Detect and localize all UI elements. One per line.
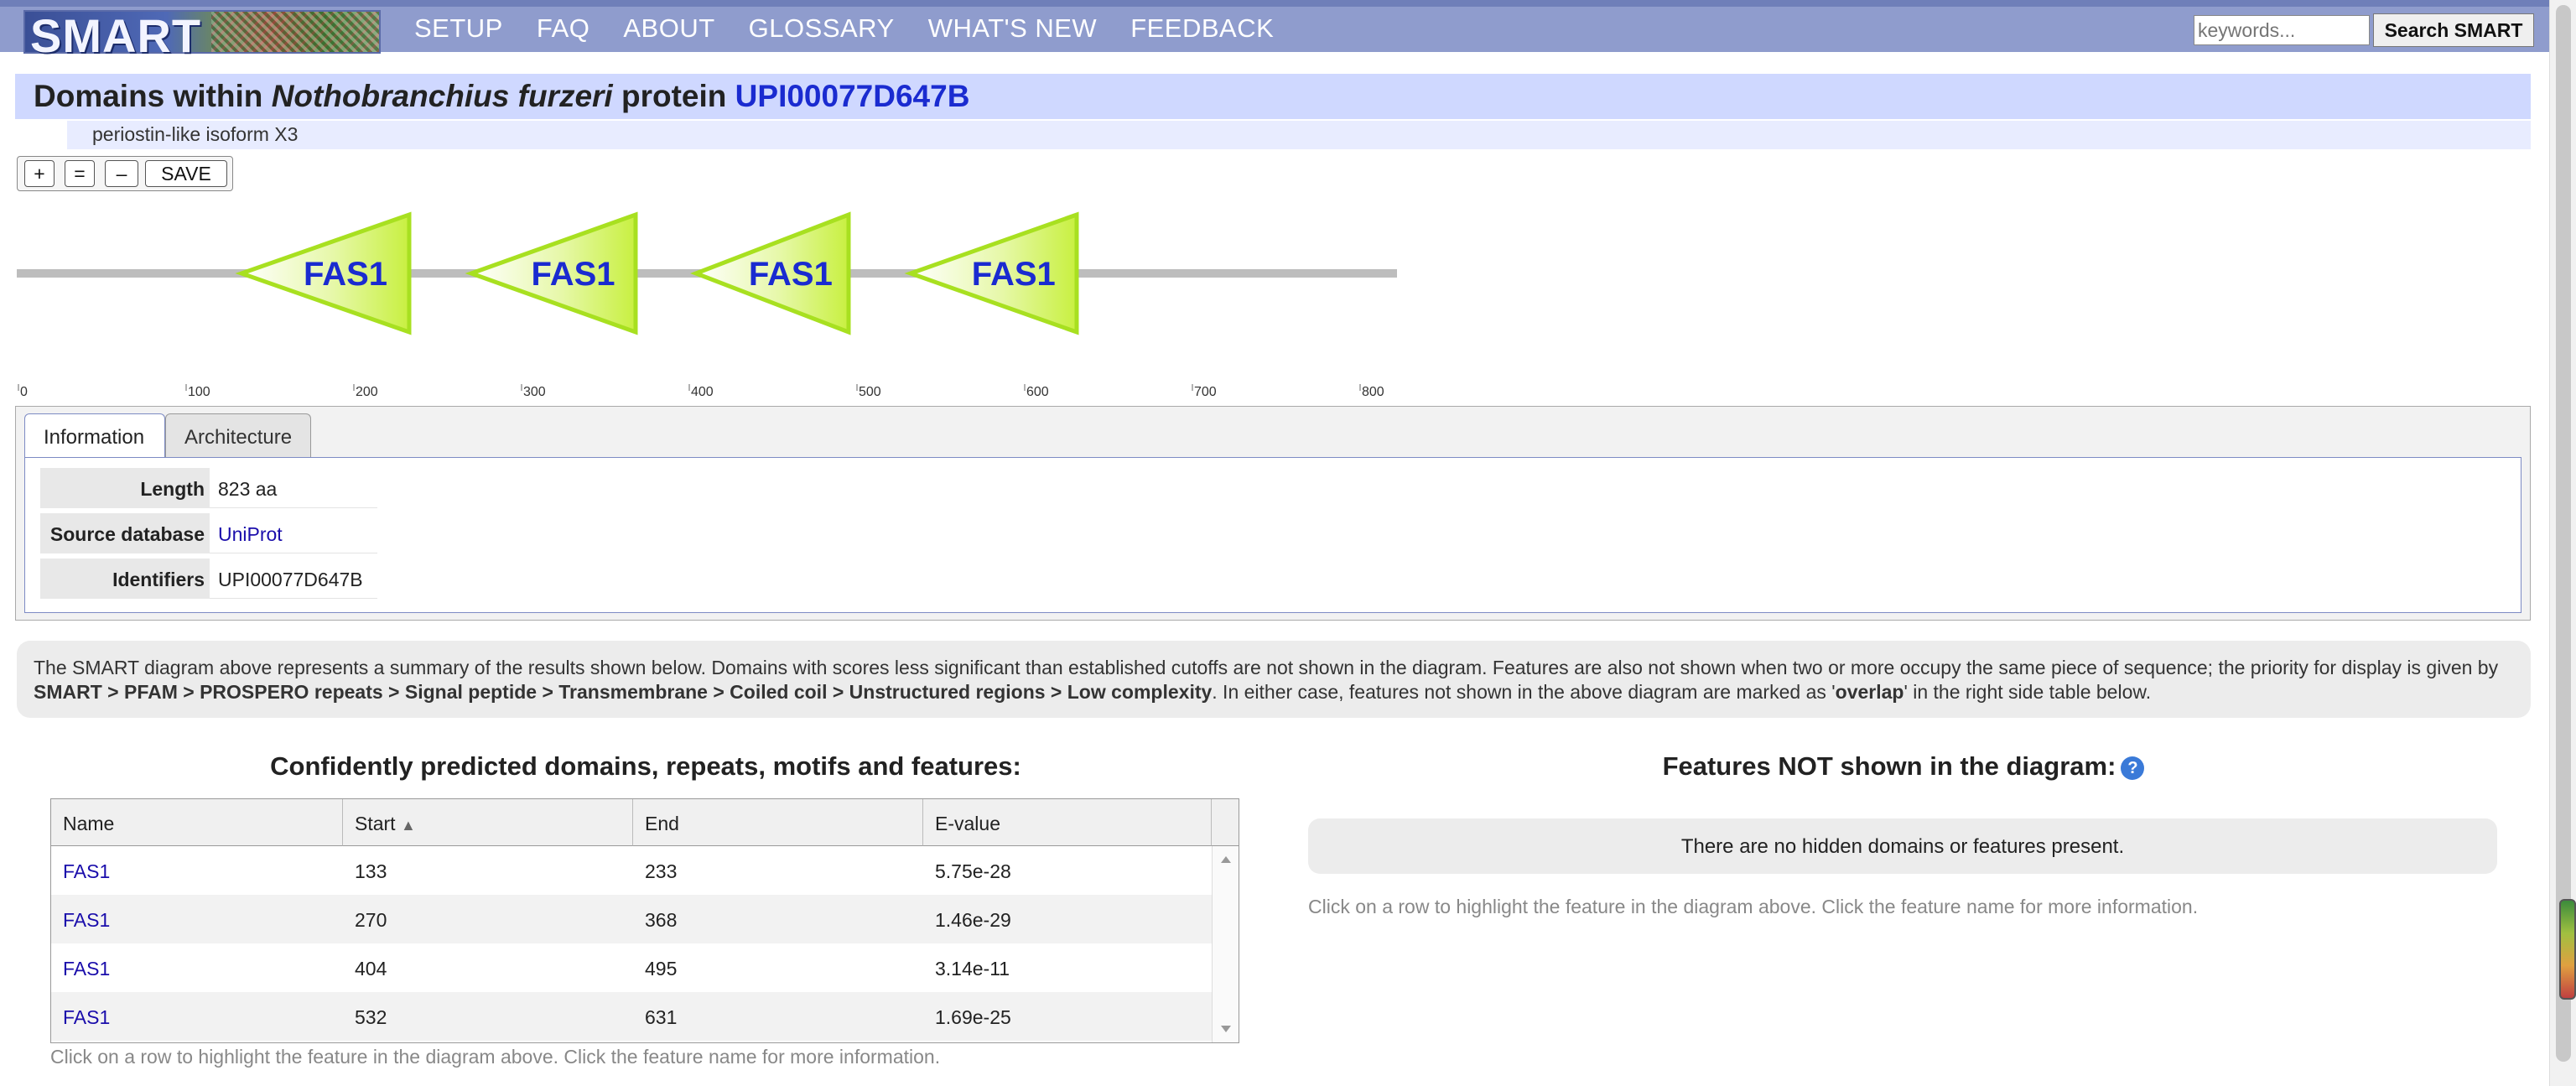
right-panel-hint: Click on a row to highlight the feature … — [1308, 896, 2199, 917]
end-cell: 495 — [645, 958, 678, 979]
diagram-explanation-note: The SMART diagram above represents a sum… — [17, 641, 2531, 718]
zoom-out-button[interactable]: – — [105, 160, 138, 187]
subtitle-band: periostin-like isoform X3 — [67, 121, 2531, 149]
identifiers-value: UPI00077D647B — [210, 559, 377, 599]
search-smart-button[interactable]: Search SMART — [2373, 13, 2534, 47]
identifiers-label: Identifiers — [40, 559, 210, 599]
sort-ascending-icon: ▲ — [400, 817, 416, 834]
length-value: 823 aa — [210, 468, 377, 508]
nav-faq[interactable]: FAQ — [537, 13, 590, 44]
smart-logo[interactable]: SMART — [23, 9, 381, 62]
tab-information[interactable]: Information — [24, 413, 165, 457]
nav-whats-new[interactable]: WHAT'S NEW — [928, 13, 1098, 44]
priority-order: SMART > PFAM > PROSPERO repeats > Signal… — [34, 681, 1213, 703]
evalue-cell: 3.14e-11 — [935, 958, 1010, 979]
title-prefix: Domains within — [34, 79, 263, 113]
ruler-label: 800 — [1362, 385, 1384, 399]
column-header-name[interactable]: Name — [51, 799, 343, 846]
length-label: Length — [40, 468, 210, 508]
feature-name-link[interactable]: FAS1 — [63, 909, 110, 931]
feature-name-link[interactable]: FAS1 — [63, 1006, 110, 1028]
information-content: Length 823 aa Source database UniProt Id… — [24, 457, 2521, 613]
ruler-label: 300 — [523, 385, 546, 399]
zoom-reset-button[interactable]: = — [65, 160, 95, 187]
predicted-features-table: Name Start ▲ End E-value FAS1 133 233 5.… — [50, 798, 1239, 1043]
ruler-label: 700 — [1194, 385, 1217, 399]
table-scrollbar[interactable] — [1212, 846, 1239, 1042]
table-row[interactable]: FAS1 404 495 3.14e-11 — [51, 943, 1212, 992]
table-row[interactable]: FAS1 133 233 5.75e-28 — [51, 846, 1212, 895]
no-hidden-features-message: There are no hidden domains or features … — [1308, 818, 2497, 874]
start-cell: 270 — [355, 909, 387, 931]
page-title: Domains within Nothobranchius furzeri pr… — [34, 79, 969, 114]
evalue-cell: 5.75e-28 — [935, 860, 1011, 882]
ruler-label: 200 — [356, 385, 378, 399]
start-cell: 532 — [355, 1006, 387, 1028]
nav-about[interactable]: ABOUT — [623, 13, 714, 44]
column-header-start[interactable]: Start ▲ — [343, 799, 633, 846]
protein-description: periostin-like isoform X3 — [92, 123, 299, 145]
species-name: Nothobranchius furzeri — [271, 79, 613, 113]
end-cell: 233 — [645, 860, 678, 882]
predicted-features-title: Confidently predicted domains, repeats, … — [270, 751, 1021, 781]
side-widget-icon[interactable] — [2559, 899, 2576, 1000]
hidden-features-title: Features NOT shown in the diagram:? — [1308, 751, 2499, 782]
source-database-label: Source database — [40, 513, 210, 553]
fas1-domain-3[interactable]: FAS1 — [690, 211, 851, 335]
title-band: Domains within Nothobranchius furzeri pr… — [15, 74, 2531, 119]
top-navigation-bar: SMART SETUP FAQ ABOUT GLOSSARY WHAT'S NE… — [0, 0, 2549, 62]
fas1-domain-4[interactable]: FAS1 — [904, 211, 1079, 335]
save-button[interactable]: SAVE — [145, 160, 227, 187]
feature-name-link[interactable]: FAS1 — [63, 860, 110, 882]
main-nav: SETUP FAQ ABOUT GLOSSARY WHAT'S NEW FEED… — [414, 13, 1307, 44]
evalue-cell: 1.69e-25 — [935, 1006, 1011, 1028]
fas1-domain-1[interactable]: FAS1 — [235, 211, 412, 335]
table-row[interactable]: FAS1 270 368 1.46e-29 — [51, 895, 1212, 943]
ruler-label: 400 — [691, 385, 714, 399]
title-mid: protein — [621, 79, 727, 113]
domain-label: FAS1 — [972, 256, 1056, 293]
ruler-label: 0 — [20, 385, 28, 399]
search-input[interactable] — [2194, 15, 2370, 45]
left-table-hint: Click on a row to highlight the feature … — [50, 1046, 941, 1068]
nav-setup[interactable]: SETUP — [414, 13, 503, 44]
nav-feedback[interactable]: FEEDBACK — [1130, 13, 1274, 44]
table-row[interactable]: FAS1 532 631 1.69e-25 — [51, 992, 1212, 1041]
fas1-domain-2[interactable]: FAS1 — [465, 211, 638, 335]
zoom-in-button[interactable]: + — [24, 160, 55, 187]
domain-diagram: FAS1 FAS1 FAS1 FAS1 0 100 200 300 400 500 600 700 8… — [0, 201, 1426, 403]
zoom-controls: + = – SAVE — [17, 156, 233, 191]
column-header-end[interactable]: End — [633, 799, 923, 846]
column-header-evalue[interactable]: E-value — [923, 799, 1212, 846]
end-cell: 368 — [645, 909, 678, 931]
help-icon[interactable]: ? — [2121, 756, 2145, 780]
info-row-source-database: Source database UniProt — [40, 513, 377, 553]
uniprot-link[interactable]: UniProt — [218, 523, 283, 545]
evalue-cell: 1.46e-29 — [935, 909, 1011, 931]
column-header-spacer — [1212, 799, 1239, 846]
domain-label: FAS1 — [749, 256, 833, 293]
start-cell: 404 — [355, 958, 387, 979]
scroll-up-icon — [1221, 856, 1231, 863]
start-cell: 133 — [355, 860, 387, 882]
end-cell: 631 — [645, 1006, 678, 1028]
ruler-label: 100 — [188, 385, 210, 399]
tab-architecture[interactable]: Architecture — [165, 413, 311, 457]
logo-text: SMART — [30, 9, 202, 62]
info-panel: Information Architecture Length 823 aa S… — [15, 406, 2531, 621]
feature-name-link[interactable]: FAS1 — [63, 958, 110, 979]
logo-pattern — [211, 12, 379, 52]
info-row-identifiers: Identifiers UPI00077D647B — [40, 559, 377, 599]
scroll-down-icon — [1221, 1026, 1231, 1032]
accession-link[interactable]: UPI00077D647B — [735, 79, 970, 113]
ruler-label: 600 — [1026, 385, 1049, 399]
domain-label: FAS1 — [531, 256, 615, 293]
info-row-length: Length 823 aa — [40, 468, 377, 508]
ruler-label: 500 — [859, 385, 881, 399]
domain-label: FAS1 — [304, 256, 387, 293]
domain-diagram-svg: FAS1 FAS1 FAS1 FAS1 0 100 200 300 400 500 600 700 8… — [17, 211, 1397, 399]
nav-glossary[interactable]: GLOSSARY — [749, 13, 895, 44]
